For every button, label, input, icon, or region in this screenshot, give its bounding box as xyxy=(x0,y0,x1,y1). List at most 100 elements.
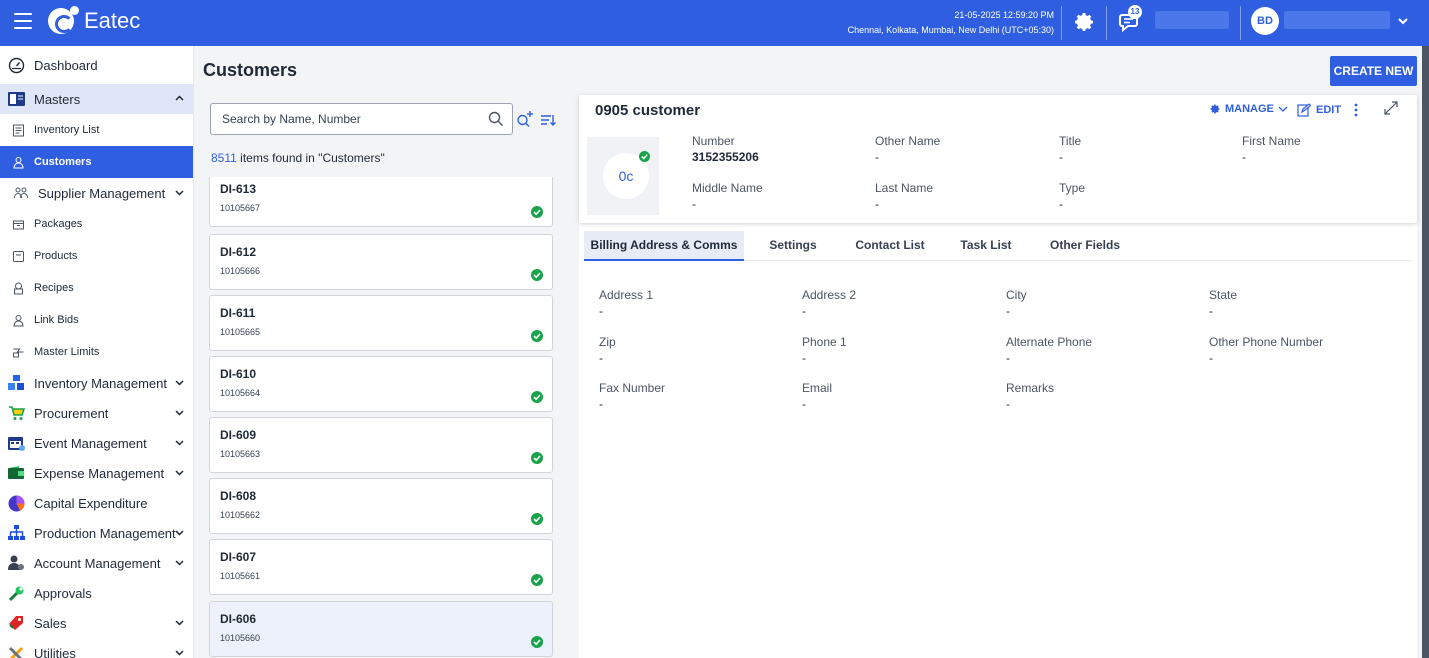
edit-icon xyxy=(1297,103,1311,117)
chevron-down-icon[interactable] xyxy=(174,187,185,198)
sidebar-item-packages[interactable]: Packages xyxy=(0,208,193,240)
field-value: - xyxy=(599,351,603,365)
customer-number: 10105667 xyxy=(220,203,261,213)
chevron-down-icon[interactable] xyxy=(174,527,185,538)
sidebar-item-inventory-list[interactable]: Inventory List xyxy=(0,114,193,146)
tools-icon xyxy=(8,645,25,658)
detail-tabs: Billing Address & Comms Settings Contact… xyxy=(584,231,1412,261)
link-bids-icon xyxy=(12,314,25,327)
list-item[interactable]: DI-607 10105661 xyxy=(209,539,553,595)
tab-billing-address[interactable]: Billing Address & Comms xyxy=(584,231,744,261)
field-label: Address 1 xyxy=(599,288,654,302)
field-label: Fax Number xyxy=(599,381,666,395)
sidebar-item-utilities[interactable]: Utilities xyxy=(0,638,193,658)
field-value: - xyxy=(1242,150,1246,164)
results-count-text: items found in "Customers" xyxy=(236,151,385,165)
list-item[interactable]: DI-613 10105667 xyxy=(209,177,553,227)
search-icon[interactable] xyxy=(488,111,504,127)
list-item[interactable]: DI-611 10105665 xyxy=(209,295,553,351)
gear-icon[interactable] xyxy=(1072,10,1096,34)
chevron-up-icon[interactable] xyxy=(174,93,185,104)
page-scrollbar[interactable] xyxy=(1422,46,1429,658)
field-label: Last Name xyxy=(875,181,934,195)
chevron-down-icon[interactable] xyxy=(174,557,185,568)
sidebar-item-account-management[interactable]: Account Management xyxy=(0,548,193,578)
more-vertical-icon[interactable] xyxy=(1352,103,1360,117)
customer-detail: 0905 customer MANAGE EDIT 0c Number 31523… xyxy=(579,95,1417,658)
sidebar-item-production-management[interactable]: Production Management xyxy=(0,518,193,548)
tab-settings[interactable]: Settings xyxy=(756,231,830,261)
sort-icon[interactable] xyxy=(540,113,556,127)
chevron-down-icon[interactable] xyxy=(174,407,185,418)
field-value: - xyxy=(875,150,879,164)
sidebar-item-sales[interactable]: Sales xyxy=(0,608,193,638)
hamburger-menu-icon[interactable] xyxy=(14,13,32,29)
field-value: - xyxy=(802,397,806,411)
sidebar-item-label: Procurement xyxy=(34,405,109,421)
field-fax-number: Fax Number - xyxy=(599,381,665,411)
chevron-down-icon[interactable] xyxy=(174,377,185,388)
field-last-name: Last Name - xyxy=(875,181,933,211)
sidebar-item-customers[interactable]: Customers xyxy=(0,146,193,178)
list-scrollbar[interactable] xyxy=(555,176,567,658)
field-value: - xyxy=(599,304,603,318)
sidebar-item-master-limits[interactable]: Master Limits xyxy=(0,336,193,368)
expand-icon[interactable] xyxy=(1384,101,1398,115)
sidebar-item-label: Masters xyxy=(34,91,81,107)
tab-contact-list[interactable]: Contact List xyxy=(844,231,936,261)
chevron-down-icon[interactable] xyxy=(174,617,185,628)
sidebar-item-label: Account Management xyxy=(34,555,161,571)
divider xyxy=(1106,6,1107,40)
tab-task-list[interactable]: Task List xyxy=(948,231,1024,261)
sidebar-item-supplier-management[interactable]: Supplier Management xyxy=(0,178,193,208)
sidebar-item-label: Master Limits xyxy=(34,346,100,358)
field-label: Remarks xyxy=(1006,381,1055,395)
customer-id: DI-612 xyxy=(220,245,257,259)
field-address-2: Address 2 - xyxy=(802,288,856,318)
logo-mark-icon xyxy=(48,6,79,34)
list-item[interactable]: DI-609 10105663 xyxy=(209,417,553,473)
chevron-down-icon[interactable] xyxy=(174,647,185,658)
field-phone-1: Phone 1 - xyxy=(802,335,847,365)
redacted-field xyxy=(1155,11,1229,29)
sidebar-item-dashboard[interactable]: Dashboard xyxy=(0,46,193,84)
create-new-button[interactable]: CREATE NEW xyxy=(1330,56,1417,86)
sidebar-item-label: Utilities xyxy=(34,645,76,658)
advanced-search-icon[interactable] xyxy=(515,109,535,129)
list-item[interactable]: DI-612 10105666 xyxy=(209,234,553,290)
user-avatar[interactable]: BD xyxy=(1251,7,1279,35)
customer-number: 10105662 xyxy=(220,510,261,520)
supplier-icon xyxy=(12,185,29,202)
search-input[interactable]: Search by Name, Number xyxy=(210,103,513,135)
sidebar-item-event-management[interactable]: Event Management xyxy=(0,428,193,458)
sidebar-item-label: Inventory Management xyxy=(34,375,167,391)
sidebar-item-link-bids[interactable]: Link Bids xyxy=(0,304,193,336)
chevron-down-icon[interactable] xyxy=(174,437,185,448)
chevron-down-icon[interactable] xyxy=(174,467,185,478)
field-label: Alternate Phone xyxy=(1006,335,1093,349)
field-label: Title xyxy=(1059,134,1082,148)
sidebar-item-expense-management[interactable]: Expense Management xyxy=(0,458,193,488)
edit-button[interactable]: EDIT xyxy=(1297,103,1341,117)
chevron-down-icon[interactable] xyxy=(1396,14,1410,28)
sidebar-item-procurement[interactable]: Procurement xyxy=(0,398,193,428)
list-item[interactable]: DI-610 10105664 xyxy=(209,356,553,412)
customer-list-panel: Search by Name, Number 8511 items found … xyxy=(203,95,567,658)
app-logo[interactable]: Eatec xyxy=(48,6,140,34)
sidebar-item-approvals[interactable]: Approvals xyxy=(0,578,193,608)
manage-dropdown[interactable]: MANAGE xyxy=(1209,103,1289,115)
wrench-icon xyxy=(8,585,25,602)
sidebar-item-products[interactable]: Products xyxy=(0,240,193,272)
sidebar-item-label: Packages xyxy=(34,218,83,230)
edit-label: EDIT xyxy=(1316,104,1342,116)
timezone-label: Chennai, Kolkata, Mumbai, New Delhi (UTC… xyxy=(847,25,1054,35)
list-item[interactable]: DI-608 10105662 xyxy=(209,478,553,534)
sidebar-item-recipes[interactable]: Recipes xyxy=(0,272,193,304)
sidebar-item-capital-expenditure[interactable]: Capital Expenditure xyxy=(0,488,193,518)
sidebar-item-inventory-management[interactable]: Inventory Management xyxy=(0,368,193,398)
list-item[interactable]: DI-606 10105660 xyxy=(209,601,553,657)
check-circle-icon xyxy=(531,269,543,281)
field-label: Zip xyxy=(599,335,616,349)
tab-other-fields[interactable]: Other Fields xyxy=(1040,231,1130,261)
sidebar-item-masters[interactable]: Masters xyxy=(0,84,193,114)
